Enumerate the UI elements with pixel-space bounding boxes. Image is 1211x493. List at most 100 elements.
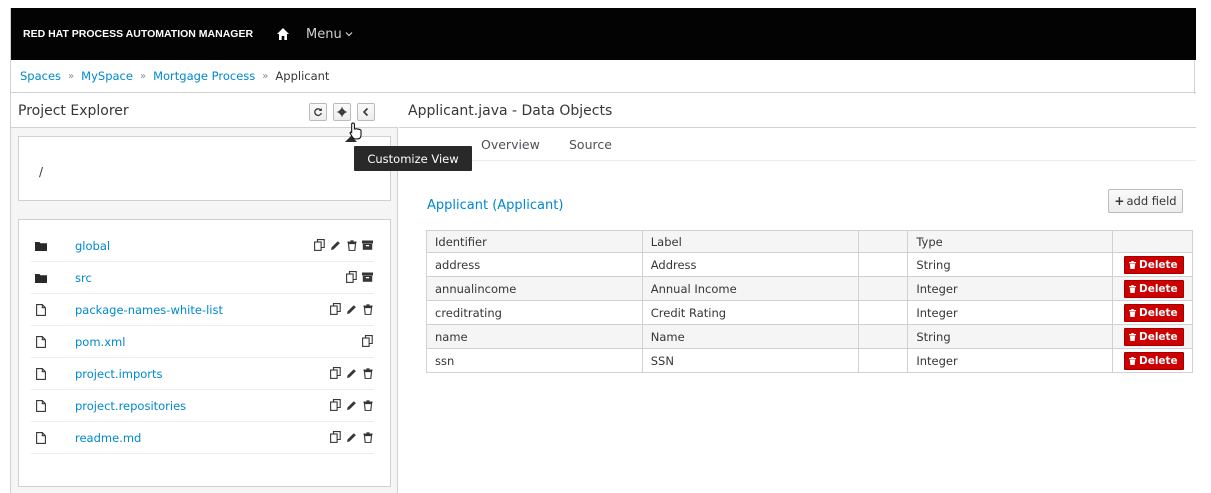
file-name[interactable]: global — [75, 239, 110, 253]
cell-identifier[interactable]: creditrating — [426, 300, 643, 325]
copy-icon[interactable] — [329, 366, 342, 380]
cell-type[interactable]: Integer — [907, 276, 1113, 301]
collapse-panel-button[interactable] — [357, 103, 375, 121]
cell-actions: Delete — [1111, 300, 1194, 325]
current-path-box: / — [18, 136, 391, 201]
breadcrumb-myspace[interactable]: MySpace — [81, 69, 133, 83]
folder-icon — [33, 270, 49, 286]
cell-type[interactable]: Integer — [907, 348, 1113, 373]
pencil-icon[interactable] — [345, 430, 358, 444]
cell-type[interactable]: Integer — [907, 300, 1113, 325]
cell-label[interactable]: SSN — [641, 348, 860, 373]
breadcrumb-separator: » — [262, 70, 269, 82]
tab-source[interactable]: Source — [569, 137, 612, 152]
trash-icon[interactable] — [345, 238, 358, 252]
trash-icon[interactable] — [361, 366, 374, 380]
cell-blank — [858, 276, 909, 301]
delete-button[interactable]: Delete — [1123, 351, 1184, 370]
project-explorer-title: Project Explorer — [18, 102, 129, 119]
file-icon — [33, 334, 49, 350]
file-icon — [33, 302, 49, 318]
delete-button[interactable]: Delete — [1123, 303, 1184, 322]
breadcrumb-separator: » — [68, 70, 75, 82]
delete-label: Delete — [1138, 282, 1178, 295]
add-field-button[interactable]: + add field — [1108, 189, 1183, 213]
pencil-icon[interactable] — [345, 302, 358, 316]
list-item[interactable]: readme.md — [31, 422, 374, 454]
menu-dropdown[interactable]: Menu — [306, 27, 353, 42]
file-actions — [329, 366, 374, 380]
copy-icon[interactable] — [329, 430, 342, 444]
cell-actions: Delete — [1111, 252, 1194, 277]
table-row[interactable]: annualincome Annual Income Integer Delet… — [426, 276, 1194, 301]
cell-label[interactable]: Address — [641, 252, 860, 277]
breadcrumb-spaces[interactable]: Spaces — [20, 69, 61, 83]
trash-icon — [1128, 356, 1136, 365]
cell-identifier[interactable]: address — [426, 252, 643, 277]
list-item[interactable]: project.imports — [31, 358, 374, 390]
archive-icon[interactable] — [361, 270, 374, 284]
column-header-type[interactable]: Type — [907, 230, 1113, 253]
file-name[interactable]: project.repositories — [75, 399, 186, 413]
trash-icon[interactable] — [361, 398, 374, 412]
trash-icon[interactable] — [361, 302, 374, 316]
list-item[interactable]: pom.xml — [31, 326, 374, 358]
brand-logo[interactable]: RED HAT PROCESS AUTOMATION MANAGER — [23, 28, 253, 40]
file-name[interactable]: pom.xml — [75, 335, 125, 349]
column-header-label[interactable]: Label — [641, 230, 860, 253]
file-actions — [329, 430, 374, 444]
cell-label[interactable]: Credit Rating — [641, 300, 860, 325]
list-item[interactable]: src — [31, 262, 374, 294]
file-icon — [33, 398, 49, 414]
copy-icon[interactable] — [329, 302, 342, 316]
cell-label[interactable]: Annual Income — [641, 276, 860, 301]
cell-type[interactable]: String — [907, 252, 1113, 277]
folder-icon — [33, 238, 49, 254]
table-row[interactable]: name Name String Delete — [426, 324, 1194, 349]
top-navbar: RED HAT PROCESS AUTOMATION MANAGER Menu — [11, 8, 1196, 60]
file-actions — [313, 238, 374, 252]
pencil-icon[interactable] — [329, 238, 342, 252]
copy-icon[interactable] — [329, 398, 342, 412]
list-item[interactable]: project.repositories — [31, 390, 374, 422]
file-name[interactable]: package-names-white-list — [75, 303, 223, 317]
delete-button[interactable]: Delete — [1123, 327, 1184, 346]
breadcrumb-mortgage-process[interactable]: Mortgage Process — [153, 69, 255, 83]
delete-button[interactable]: Delete — [1123, 255, 1184, 274]
cell-blank — [858, 252, 909, 277]
pencil-icon[interactable] — [345, 398, 358, 412]
file-name[interactable]: src — [75, 271, 92, 285]
cell-identifier[interactable]: annualincome — [426, 276, 643, 301]
delete-button[interactable]: Delete — [1123, 279, 1184, 298]
pencil-icon[interactable] — [345, 366, 358, 380]
file-name[interactable]: project.imports — [75, 367, 163, 381]
editor-header: Applicant.java - Data Objects — [399, 94, 1196, 128]
table-row[interactable]: address Address String Delete — [426, 252, 1194, 277]
list-item[interactable]: global — [31, 230, 374, 262]
file-name[interactable]: readme.md — [75, 431, 141, 445]
current-path: / — [39, 165, 44, 179]
data-object-title[interactable]: Applicant (Applicant) — [427, 198, 563, 213]
copy-icon[interactable] — [361, 334, 374, 348]
archive-icon[interactable] — [361, 238, 374, 252]
cell-identifier[interactable]: name — [426, 324, 643, 349]
trash-icon[interactable] — [361, 430, 374, 444]
copy-icon[interactable] — [345, 270, 358, 284]
delete-label: Delete — [1138, 354, 1178, 367]
copy-icon[interactable] — [313, 238, 326, 252]
add-field-label: add field — [1126, 194, 1177, 208]
customize-view-button[interactable] — [333, 103, 351, 121]
column-header-identifier[interactable]: Identifier — [426, 230, 643, 253]
table-row[interactable]: ssn SSN Integer Delete — [426, 348, 1194, 373]
cell-identifier[interactable]: ssn — [426, 348, 643, 373]
cell-type[interactable]: String — [907, 324, 1113, 349]
cell-label[interactable]: Name — [641, 324, 860, 349]
menu-label: Menu — [306, 26, 342, 42]
trash-icon — [1128, 332, 1136, 341]
refresh-button[interactable] — [309, 103, 327, 121]
list-item[interactable]: package-names-white-list — [31, 294, 374, 326]
tab-overview[interactable]: Overview — [481, 137, 540, 152]
table-row[interactable]: creditrating Credit Rating Integer Delet… — [426, 300, 1194, 325]
column-header-blank — [858, 230, 909, 253]
home-icon[interactable] — [276, 27, 290, 41]
